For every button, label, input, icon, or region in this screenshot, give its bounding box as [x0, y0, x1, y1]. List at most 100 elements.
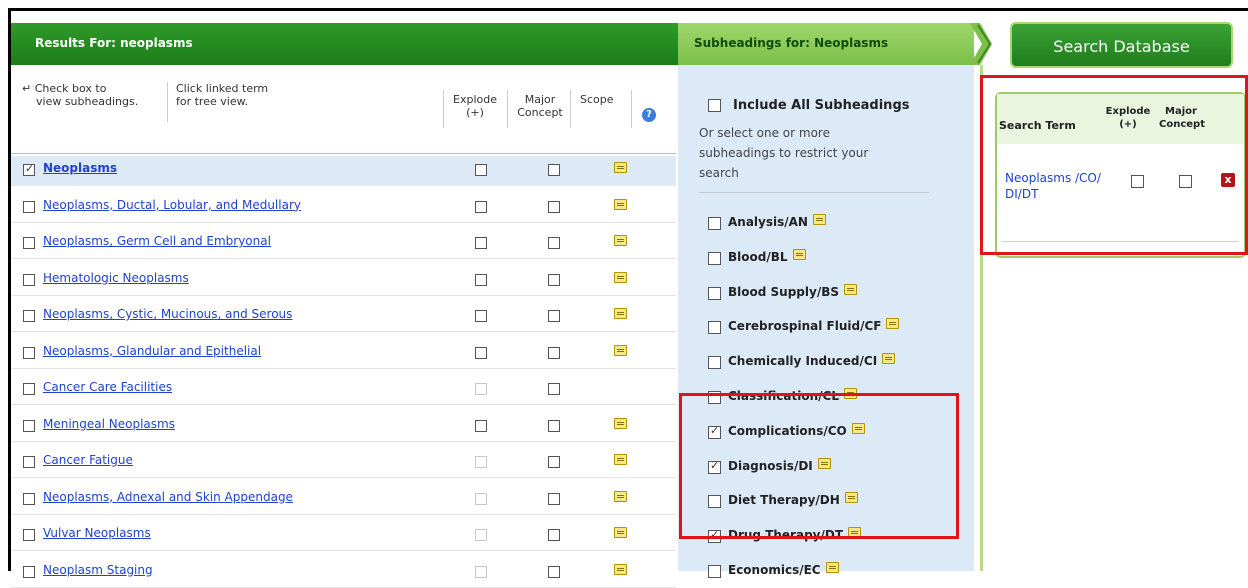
term-link[interactable]: Neoplasms, Adnexal and Skin Appendage [43, 490, 293, 504]
major-concept-checkbox[interactable] [548, 492, 560, 505]
table-row: Cancer Care Facilities [18, 375, 670, 405]
major-concept-checkbox[interactable] [548, 237, 560, 249]
term-link[interactable]: Neoplasms, Germ Cell and Embryonal [43, 234, 271, 248]
explode-checkbox[interactable] [475, 164, 487, 176]
explode-checkbox[interactable] [475, 529, 487, 541]
table-row: Neoplasms [11, 156, 676, 186]
results-header: Results For: neoplasms [11, 23, 678, 65]
subheading-checkbox[interactable] [708, 251, 721, 265]
term-link[interactable]: Neoplasm Staging [43, 563, 153, 577]
subheading-checkbox[interactable] [708, 356, 721, 370]
check-box-hint: ↵ Check box to view subheadings. [22, 82, 139, 108]
explode-checkbox[interactable] [475, 492, 487, 505]
major-concept-checkbox[interactable] [548, 273, 560, 286]
term-checkbox[interactable] [23, 346, 35, 359]
term-link[interactable]: Cancer Fatigue [43, 453, 133, 467]
subheading-label: Analysis/AN [728, 215, 808, 229]
results-header-title: Results For: neoplasms [35, 36, 193, 50]
term-link[interactable]: Neoplasms, Glandular and Epithelial [43, 344, 261, 358]
subheading-label: Blood/BL [728, 249, 788, 264]
row-divider [11, 404, 676, 405]
major-concept-checkbox[interactable] [548, 383, 560, 395]
subheadings-header: Subheadings for: Neoplasms [678, 23, 974, 65]
click-term-hint: Click linked term for tree view. [176, 82, 269, 108]
major-concept-checkbox[interactable] [548, 529, 560, 541]
selected-subheadings-highlight [679, 393, 959, 539]
explode-checkbox[interactable] [475, 237, 487, 249]
explode-checkbox[interactable] [475, 383, 487, 395]
term-checkbox[interactable] [23, 529, 35, 541]
table-divider [11, 153, 676, 154]
major-concept-checkbox[interactable] [548, 565, 560, 578]
term-checkbox[interactable] [23, 310, 35, 322]
header-divider [167, 82, 168, 122]
include-all-checkbox[interactable] [708, 99, 721, 112]
major-concept-checkbox[interactable] [548, 456, 560, 468]
term-link[interactable]: Cancer Care Facilities [43, 380, 172, 394]
scope-note-icon[interactable] [793, 248, 806, 260]
term-checkbox[interactable] [23, 162, 35, 176]
subheading-checkbox[interactable] [708, 321, 721, 335]
search-database-button[interactable]: Search Database [1010, 22, 1233, 68]
subheading-label: Economics/EC [728, 563, 821, 577]
scope-note-icon[interactable] [886, 318, 899, 330]
term-checkbox[interactable] [23, 456, 35, 468]
header-divider [507, 90, 508, 128]
term-link[interactable]: Neoplasms [43, 161, 117, 175]
table-row: Neoplasms, Germ Cell and Embryonal [18, 229, 670, 259]
include-all-label: Include All Subheadings [733, 98, 910, 113]
major-concept-checkbox[interactable] [548, 419, 560, 432]
scope-note-icon[interactable] [614, 344, 627, 356]
major-concept-checkbox[interactable] [548, 164, 560, 176]
subheading-checkbox[interactable] [708, 286, 721, 300]
scope-note-icon[interactable] [614, 563, 627, 575]
term-checkbox[interactable] [23, 200, 35, 213]
term-checkbox[interactable] [23, 492, 35, 505]
major-concept-checkbox[interactable] [548, 310, 560, 322]
table-row: Neoplasms, Cystic, Mucinous, and Serous [18, 302, 670, 332]
table-row: Neoplasms, Adnexal and Skin Appendage [18, 485, 670, 515]
row-divider [11, 550, 676, 551]
scope-note-icon[interactable] [614, 198, 627, 210]
row-divider [11, 477, 676, 478]
subheading-checkbox[interactable] [708, 217, 721, 230]
term-link[interactable]: Neoplasms, Ductal, Lobular, and Medullar… [43, 198, 301, 212]
term-link[interactable]: Meningeal Neoplasms [43, 417, 175, 431]
explode-checkbox[interactable] [475, 310, 487, 322]
explode-checkbox[interactable] [475, 456, 487, 468]
major-concept-column-header: Major Concept [517, 93, 563, 119]
scope-note-icon[interactable] [614, 527, 627, 538]
scope-note-icon[interactable] [614, 417, 627, 429]
explode-checkbox[interactable] [475, 346, 487, 359]
scope-note-icon[interactable] [844, 283, 857, 295]
scope-note-icon[interactable] [614, 162, 627, 173]
explode-checkbox[interactable] [475, 200, 487, 213]
term-checkbox[interactable] [23, 273, 35, 286]
subheading-checkbox[interactable] [708, 565, 721, 578]
scope-note-icon[interactable] [813, 214, 826, 225]
scope-note-icon[interactable] [882, 353, 895, 365]
explode-checkbox[interactable] [475, 565, 487, 578]
header-chevron-icon [970, 23, 992, 65]
scope-note-icon[interactable] [826, 562, 839, 573]
scope-note-icon[interactable] [614, 271, 627, 283]
scope-note-icon[interactable] [614, 490, 627, 502]
term-checkbox[interactable] [23, 383, 35, 395]
row-divider [11, 221, 676, 223]
term-link[interactable]: Neoplasms, Cystic, Mucinous, and Serous [43, 307, 292, 321]
term-link[interactable]: Hematologic Neoplasms [43, 271, 189, 285]
explode-checkbox[interactable] [475, 419, 487, 432]
term-checkbox[interactable] [23, 565, 35, 578]
scope-note-icon[interactable] [614, 454, 627, 465]
explode-checkbox[interactable] [475, 273, 487, 286]
help-icon[interactable]: ? [642, 108, 656, 122]
scope-note-icon[interactable] [614, 308, 627, 319]
term-checkbox[interactable] [23, 419, 35, 432]
row-divider [11, 513, 676, 515]
term-link[interactable]: Vulvar Neoplasms [43, 526, 151, 540]
term-checkbox[interactable] [23, 237, 35, 249]
major-concept-checkbox[interactable] [548, 346, 560, 359]
scope-note-icon[interactable] [614, 235, 627, 246]
major-concept-checkbox[interactable] [548, 200, 560, 213]
subheading-label: Chemically Induced/CI [728, 354, 878, 369]
